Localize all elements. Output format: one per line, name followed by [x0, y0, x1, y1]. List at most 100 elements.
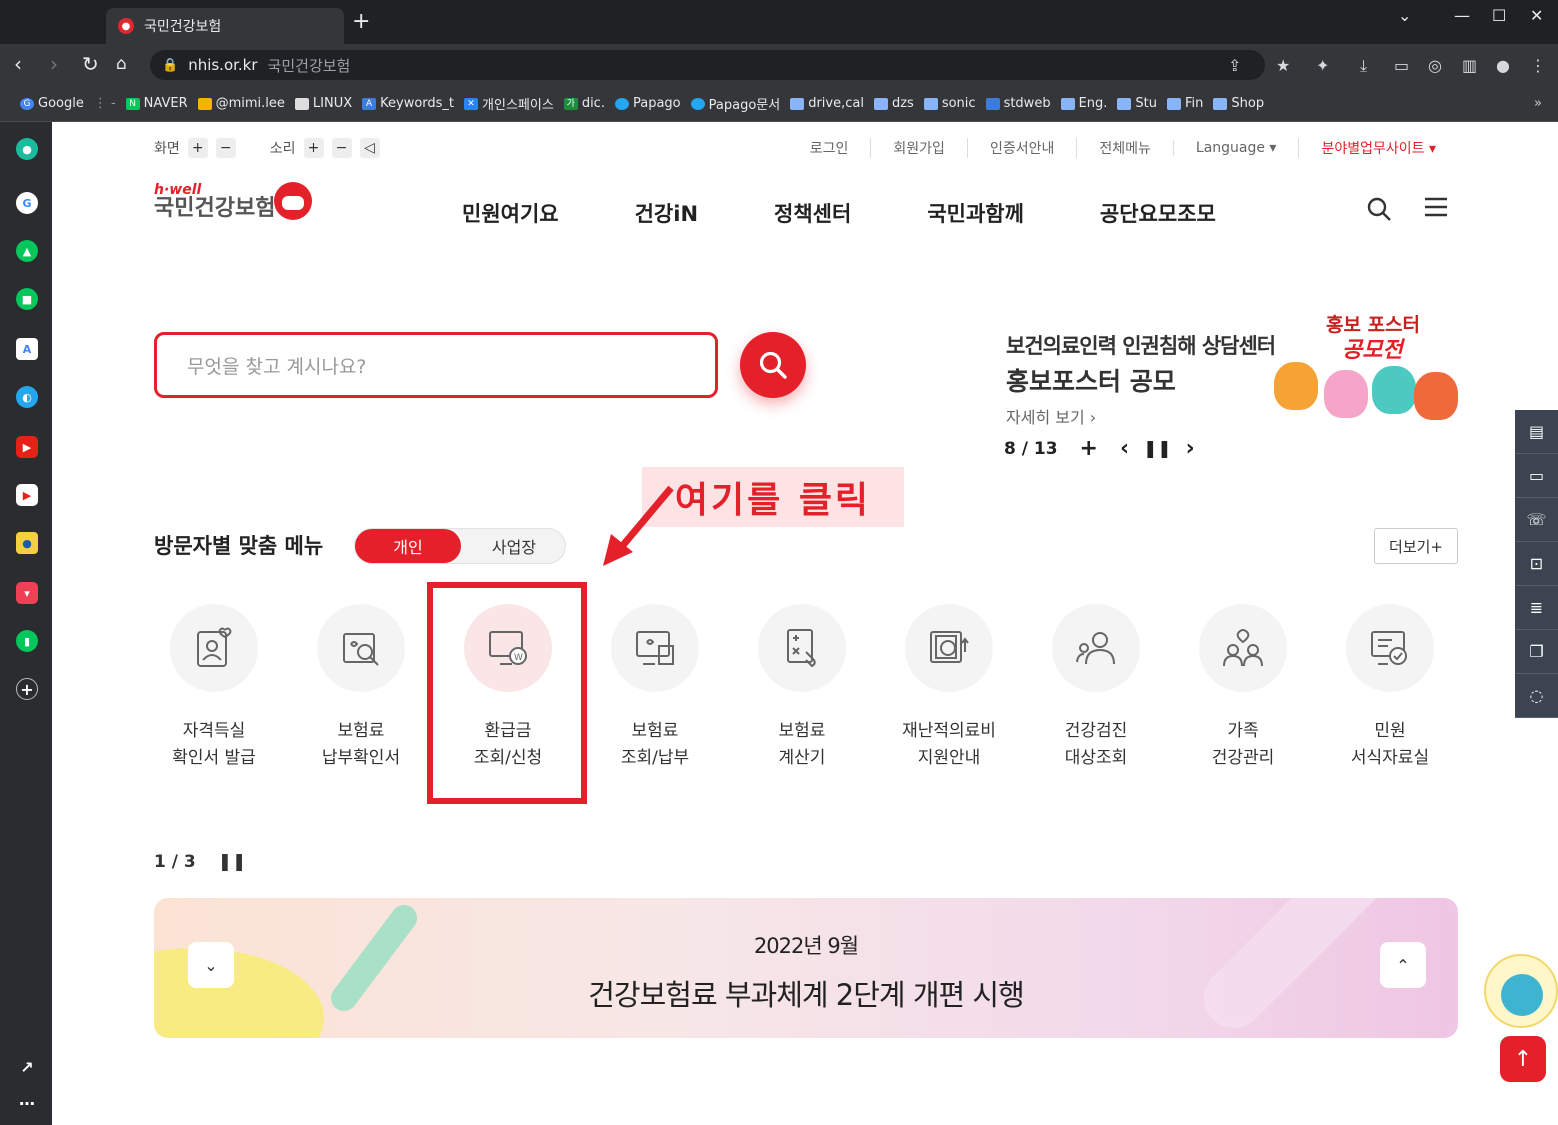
home-icon[interactable]: ⌂ — [116, 53, 127, 75]
bookmark-folder[interactable]: Stu — [1117, 96, 1157, 111]
extensions-icon[interactable]: ✦ — [1316, 56, 1329, 75]
pager-pause-icon[interactable]: ❚❚ — [218, 852, 247, 872]
app-icon[interactable]: ■ — [16, 288, 38, 310]
nav-item[interactable]: 정책센터 — [774, 198, 851, 228]
toggle-business[interactable]: 사업장 — [461, 529, 567, 563]
screenshot-icon[interactable]: ◎ — [1428, 56, 1442, 75]
speaker-icon[interactable]: ◁ — [359, 138, 380, 158]
menu-item-checkup[interactable]: 건강검진 대상조회 — [1031, 604, 1161, 772]
menu-item-family-health[interactable]: 가족 건강관리 — [1178, 604, 1308, 772]
notice-down-button[interactable]: ⌄ — [188, 942, 234, 988]
bookmark-item[interactable]: Papago문서 — [690, 94, 780, 113]
quick-chat-icon[interactable]: ◌ — [1515, 674, 1558, 718]
forward-icon[interactable]: › — [50, 53, 58, 75]
scroll-to-top-button[interactable]: ↑ — [1500, 1036, 1546, 1082]
bookmark-star-icon[interactable]: ★ — [1276, 56, 1290, 75]
minimize-icon[interactable]: — — [1454, 6, 1470, 25]
add-icon[interactable]: + — [16, 678, 38, 700]
back-icon[interactable]: ‹ — [14, 53, 22, 75]
bookmark-folder[interactable]: Fin — [1167, 96, 1203, 111]
app-icon[interactable]: ● — [16, 138, 38, 160]
banner-more-link[interactable]: 자세히 보기 › — [1006, 404, 1096, 428]
pocket-icon[interactable]: ▾ — [16, 582, 38, 604]
toggle-personal[interactable]: 개인 — [355, 529, 461, 563]
bookmark-item[interactable]: G Google — [20, 96, 84, 111]
bookmark-folder[interactable]: Shop — [1213, 96, 1264, 111]
menu-item-eligibility[interactable]: 자격득실 확인서 발급 — [149, 604, 279, 772]
poster-image[interactable]: 홍보 포스터 공모전 — [1272, 310, 1462, 438]
maximize-icon[interactable]: ☐ — [1492, 6, 1506, 25]
menu-item-premium-receipt[interactable]: 보험료 납부확인서 — [296, 604, 426, 772]
quick-list-icon[interactable]: ≣ — [1515, 586, 1558, 630]
youtube-icon[interactable]: ▶ — [16, 436, 38, 458]
profile-avatar[interactable]: ● — [1496, 56, 1510, 75]
map-pin-icon[interactable]: ● — [16, 532, 38, 554]
nav-item[interactable]: 건강iN — [635, 198, 698, 228]
browser-menu-icon[interactable]: ⋮ — [1530, 56, 1546, 75]
hamburger-menu-icon[interactable] — [1424, 196, 1448, 224]
notice-banner[interactable]: 2022년 9월 건강보험료 부과체계 2단계 개편 시행 ⌄ ⌃ — [154, 898, 1458, 1038]
new-tab-icon[interactable]: + — [352, 11, 370, 33]
bookmark-folder[interactable]: sonic — [923, 96, 976, 111]
download-icon[interactable]: ⤓ — [1360, 56, 1367, 76]
search-icon[interactable] — [1366, 196, 1392, 228]
notice-up-button[interactable]: ⌃ — [1380, 942, 1426, 988]
business-sites-select[interactable]: 분야별업무사이트 ▾ — [1298, 138, 1458, 158]
cast-icon[interactable]: ▭ — [1394, 56, 1409, 75]
search-input[interactable]: 무엇을 찾고 계시나요? — [154, 332, 718, 398]
bookmark-item[interactable]: A Keywords_t — [362, 96, 454, 111]
share-icon[interactable]: ⇪ — [1228, 56, 1241, 75]
reload-icon[interactable]: ↻ — [82, 53, 99, 75]
papago-icon[interactable]: ◐ — [16, 386, 38, 408]
quick-monitor-icon[interactable]: ▭ — [1515, 454, 1558, 498]
bookmark-item[interactable]: ✕ 개인스페이스 — [464, 94, 554, 113]
menu-item-catastrophic-support[interactable]: 재난적의료비 지원안내 — [884, 604, 1014, 772]
bookmark-icon[interactable]: ▮ — [16, 630, 38, 652]
zoom-out-button[interactable]: − — [215, 138, 236, 158]
bookmark-folder[interactable]: stdweb — [985, 96, 1051, 111]
certificate-link[interactable]: 인증서안내 — [966, 138, 1076, 158]
bookmark-folder[interactable]: Eng. — [1060, 96, 1107, 111]
side-panel-icon[interactable]: ▥ — [1462, 56, 1477, 75]
bookmark-item[interactable]: N NAVER — [125, 96, 188, 111]
menu-item-premium-payment[interactable]: 보험료 조회/납부 — [590, 604, 720, 772]
tab-search-icon[interactable]: ⌄ — [1398, 6, 1411, 25]
banner-prev-icon[interactable]: ‹ — [1120, 436, 1129, 461]
quick-doc-icon[interactable]: ▤ — [1515, 410, 1558, 454]
bookmarks-overflow-icon[interactable]: » — [1534, 96, 1542, 111]
bookmark-item[interactable]: @mimi.lee — [197, 96, 285, 111]
nav-item[interactable]: 공단요모조모 — [1100, 198, 1216, 228]
language-select[interactable]: Language ▾ — [1172, 140, 1299, 156]
browser-tab[interactable]: ● 국민건강보험 — [106, 8, 344, 44]
nav-item[interactable]: 국민과함께 — [927, 198, 1024, 228]
quick-copy-icon[interactable]: ❐ — [1515, 630, 1558, 674]
signup-link[interactable]: 회원가입 — [870, 138, 967, 158]
site-logo[interactable]: h·well 국민건강보험 — [154, 182, 312, 220]
bookmark-item[interactable]: LINUX — [294, 96, 352, 111]
chatbot-button[interactable] — [1484, 954, 1558, 1028]
login-link[interactable]: 로그인 — [788, 138, 871, 158]
banner-add-icon[interactable]: + — [1080, 436, 1098, 461]
translate-icon[interactable]: A — [16, 338, 38, 360]
menu-item-civil-forms[interactable]: 민원 서식자료실 — [1325, 604, 1455, 772]
volume-up-button[interactable]: + — [303, 138, 324, 158]
close-window-icon[interactable]: ✕ — [1530, 6, 1543, 25]
more-icon[interactable]: … — [16, 1088, 38, 1110]
bookmark-folder[interactable]: drive,cal — [790, 96, 864, 111]
banner-next-icon[interactable]: › — [1186, 436, 1195, 461]
bookmark-folder[interactable]: dzs — [873, 96, 914, 111]
bookmark-item[interactable]: 가 dic. — [563, 96, 605, 111]
zoom-in-button[interactable]: + — [187, 138, 208, 158]
nav-item[interactable]: 민원여기요 — [462, 198, 559, 228]
menu-item-calculator[interactable]: 보험료 계산기 — [737, 604, 867, 772]
notify-icon[interactable]: ▲ — [16, 240, 38, 262]
youtube-icon[interactable]: ▶ — [16, 484, 38, 506]
quick-phone-icon[interactable]: ☏ — [1515, 498, 1558, 542]
full-menu-link[interactable]: 전체메뉴 — [1076, 138, 1173, 158]
bookmark-item[interactable]: Papago — [614, 96, 681, 111]
more-button[interactable]: 더보기+ — [1374, 528, 1458, 564]
banner-pause-icon[interactable]: ❚❚ — [1143, 439, 1172, 459]
quick-lock-icon[interactable]: ⊡ — [1515, 542, 1558, 586]
external-link-icon[interactable]: ↗ — [16, 1056, 38, 1078]
volume-down-button[interactable]: − — [331, 138, 352, 158]
